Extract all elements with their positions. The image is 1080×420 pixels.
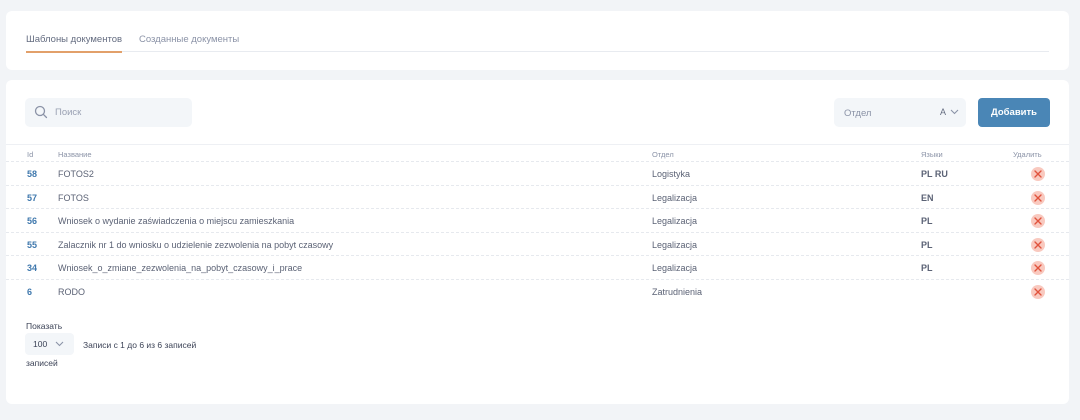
close-icon xyxy=(1034,240,1042,249)
table-row: 56 Wniosek o wydanie zaświadczenia o mie… xyxy=(6,208,1069,232)
close-icon xyxy=(1034,193,1042,202)
header-languages[interactable]: Языки xyxy=(921,150,943,159)
pagination-info: Записи с 1 до 6 из 6 записей xyxy=(83,340,197,350)
table-header: Id Название Отдел Языки Удалить xyxy=(6,144,1069,161)
department-select-value: A xyxy=(940,107,947,117)
row-languages: PL RU xyxy=(921,169,948,179)
search-input[interactable] xyxy=(55,98,185,127)
table-row: 55 Zalacznik nr 1 do wniosku o udzieleni… xyxy=(6,231,1069,256)
row-id[interactable]: 34 xyxy=(27,263,37,273)
delete-button[interactable] xyxy=(1031,167,1045,181)
delete-button[interactable] xyxy=(1031,237,1045,252)
delete-button[interactable] xyxy=(1031,214,1045,228)
table-row: 58 FOTOS2 Logistyka PL RU xyxy=(6,161,1069,185)
row-languages: PL xyxy=(921,216,933,226)
row-languages: PL xyxy=(921,263,933,273)
row-id[interactable]: 56 xyxy=(27,216,37,226)
show-label: Показать xyxy=(26,321,63,331)
row-department: Zatrudnienia xyxy=(652,286,703,297)
close-icon xyxy=(1034,170,1042,178)
table-row: 6 RODO Zatrudnienia xyxy=(6,278,1069,303)
documents-card: Отдел A Добавить Id Название Отдел Языки… xyxy=(6,80,1069,404)
tab-document-templates[interactable]: Шаблоны документов xyxy=(26,34,123,53)
row-languages: EN xyxy=(921,192,934,203)
row-name: Wniosek_o_zmiane_zezwolenia_na_pobyt_cza… xyxy=(58,263,303,273)
row-name: FOTOS xyxy=(58,192,89,203)
row-name: Wniosek o wydanie zaświadczenia o miejsc… xyxy=(58,216,295,226)
row-languages: PL xyxy=(921,239,933,250)
page-size-select[interactable]: 100 xyxy=(25,333,74,355)
header-name[interactable]: Название xyxy=(58,150,92,159)
chevron-down-icon xyxy=(55,341,64,347)
row-id[interactable]: 6 xyxy=(27,287,32,297)
row-name: FOTOS2 xyxy=(58,169,94,179)
chevron-down-icon xyxy=(950,109,959,115)
row-id[interactable]: 58 xyxy=(27,169,37,179)
row-department: Legalizacja xyxy=(652,216,698,226)
tab-created-documents[interactable]: Созданные документы xyxy=(139,34,239,52)
records-label: записей xyxy=(26,358,58,368)
row-name: RODO xyxy=(58,286,85,297)
header-delete: Удалить xyxy=(1013,150,1042,159)
delete-button[interactable] xyxy=(1031,261,1045,275)
row-id[interactable]: 55 xyxy=(27,240,37,250)
row-department: Legalizacja xyxy=(652,239,698,250)
row-id[interactable]: 57 xyxy=(27,193,37,203)
close-icon xyxy=(1034,217,1042,225)
tab-bar: Шаблоны документов Созданные документы xyxy=(26,34,1049,53)
search-box[interactable] xyxy=(25,98,192,127)
close-icon xyxy=(1034,264,1042,272)
department-select[interactable]: Отдел A xyxy=(834,98,966,127)
delete-button[interactable] xyxy=(1031,190,1045,205)
row-department: Legalizacja xyxy=(652,263,698,273)
header-id[interactable]: Id xyxy=(27,150,33,159)
row-name: Zalacznik nr 1 do wniosku o udzielenie z… xyxy=(58,239,334,250)
table-row: 57 FOTOS Legalizacja EN xyxy=(6,184,1069,209)
documents-table: Id Название Отдел Языки Удалить 58 FOTOS… xyxy=(6,144,1069,302)
delete-button[interactable] xyxy=(1031,284,1045,299)
row-department: Legalizacja xyxy=(652,192,698,203)
add-button[interactable]: Добавить xyxy=(978,98,1050,127)
department-select-label: Отдел xyxy=(844,108,872,119)
page-size-value: 100 xyxy=(33,339,48,349)
header-department[interactable]: Отдел xyxy=(652,150,674,159)
tabs-card: Шаблоны документов Созданные документы xyxy=(6,11,1069,70)
search-icon xyxy=(34,105,48,119)
table-row: 34 Wniosek_o_zmiane_zezwolenia_na_pobyt_… xyxy=(6,255,1069,279)
close-icon xyxy=(1034,287,1042,296)
row-department: Logistyka xyxy=(652,169,691,179)
